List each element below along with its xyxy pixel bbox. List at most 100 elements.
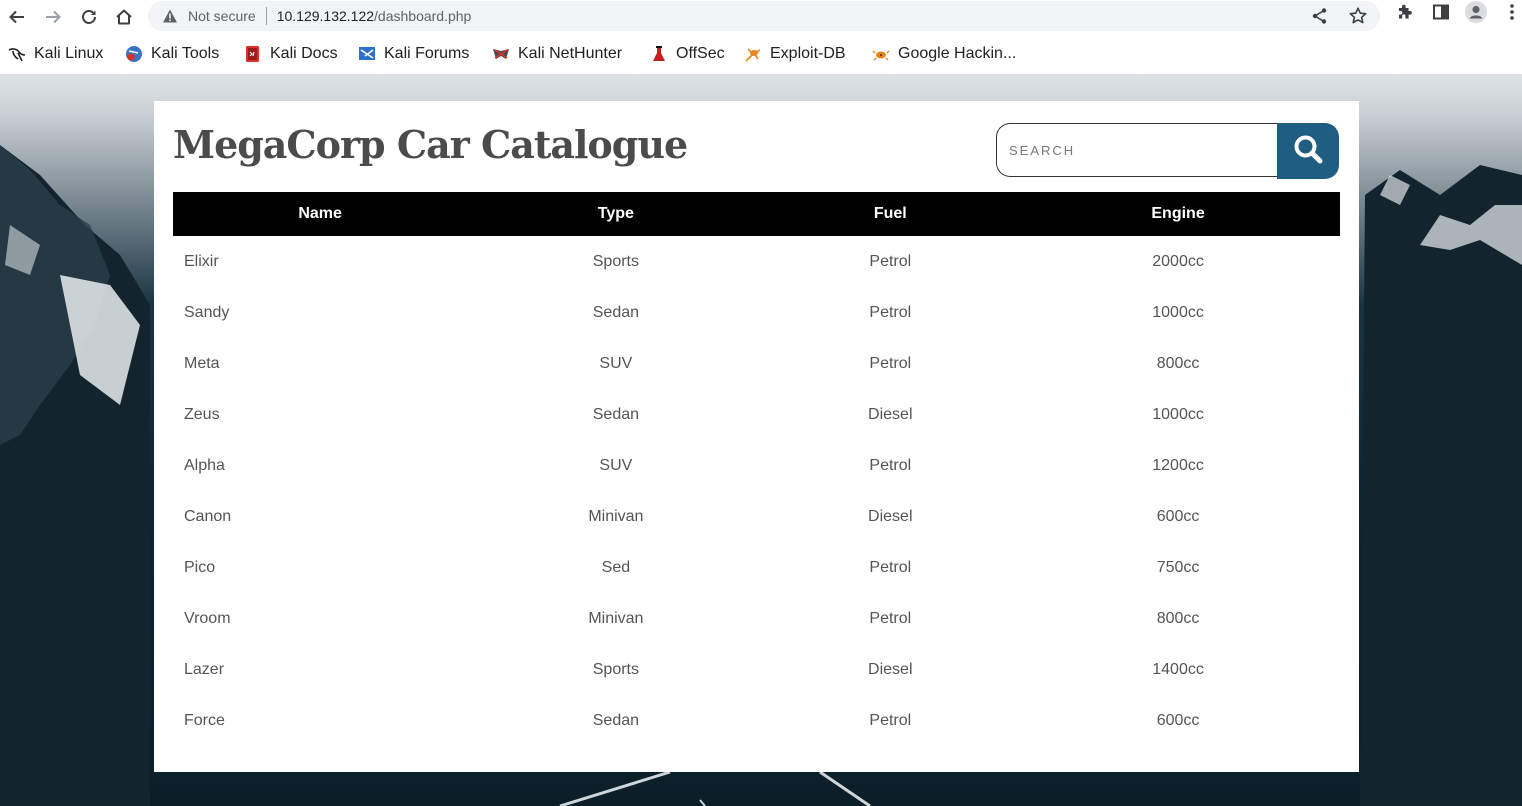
column-header-name: Name [173, 192, 468, 236]
cell-name: Lazer [184, 660, 225, 678]
cell-type: Sed [601, 558, 631, 576]
profile-avatar-icon[interactable] [1464, 0, 1488, 24]
bookmark-star-icon[interactable] [1348, 6, 1368, 31]
kali-forums-icon [358, 45, 376, 63]
kali-nethunter-icon [492, 45, 510, 63]
cell-engine: 750cc [1156, 558, 1200, 576]
cell-engine: 1000cc [1152, 303, 1204, 321]
bookmark-kali-tools[interactable]: Kali Tools [125, 43, 219, 65]
cell-engine: 1400cc [1152, 660, 1204, 678]
table-row: Lazer Sports Diesel 1400cc [173, 644, 1340, 695]
cell-type: SUV [599, 456, 633, 474]
table-row: Force Sedan Petrol 600cc [173, 695, 1340, 746]
bookmark-kali-nethunter[interactable]: Kali NetHunter [492, 43, 622, 65]
page-viewport: MegaCorp Car Catalogue Name Type Fuel En… [0, 75, 1522, 806]
bookmark-label: Kali NetHunter [518, 45, 623, 62]
cell-engine: 600cc [1156, 507, 1200, 525]
search-button[interactable] [1277, 123, 1339, 179]
cell-fuel: Petrol [869, 303, 912, 321]
extensions-puzzle-icon[interactable] [1393, 0, 1417, 24]
cell-fuel: Diesel [868, 660, 913, 678]
column-header-engine: Engine [1016, 192, 1340, 236]
browser-toolbar: Not secure 10.129.132.122/dashboard.php [0, 0, 1522, 34]
table-row: Elixir Sports Petrol 2000cc [173, 236, 1340, 287]
bookmark-label: Kali Linux [34, 45, 104, 62]
search-form [996, 123, 1339, 179]
reload-icon[interactable] [77, 5, 101, 29]
home-icon[interactable] [112, 5, 136, 29]
cell-engine: 800cc [1156, 354, 1200, 372]
bookmark-kali-docs[interactable]: Kali Docs [244, 43, 338, 65]
cell-engine: 600cc [1156, 711, 1200, 729]
bookmark-label: Exploit-DB [770, 45, 846, 62]
bookmark-kali-forums[interactable]: Kali Forums [358, 43, 469, 65]
catalogue-card: MegaCorp Car Catalogue Name Type Fuel En… [154, 101, 1359, 772]
bookmark-label: Google Hackin... [898, 45, 1017, 62]
menu-kebab-icon[interactable] [1500, 0, 1522, 24]
cell-name: Sandy [184, 303, 230, 321]
cell-fuel: Diesel [868, 507, 913, 525]
url-text[interactable]: 10.129.132.122/dashboard.php [277, 8, 472, 24]
offsec-icon [650, 45, 668, 63]
cell-fuel: Petrol [869, 456, 912, 474]
exploit-db-icon [744, 45, 762, 63]
cell-engine: 800cc [1156, 609, 1200, 627]
side-panel-icon[interactable] [1429, 0, 1453, 24]
cell-name: Zeus [184, 405, 220, 423]
search-input[interactable] [996, 123, 1278, 177]
cell-name: Vroom [184, 609, 231, 627]
cell-type: Sedan [592, 711, 640, 729]
share-icon[interactable] [1310, 6, 1330, 31]
table-row: Alpha SUV Petrol 1200cc [173, 440, 1340, 491]
back-arrow-icon[interactable] [5, 5, 29, 29]
cell-name: Alpha [184, 456, 225, 474]
security-status-label[interactable]: Not secure [188, 8, 256, 24]
address-divider [265, 7, 267, 25]
cell-engine: 1200cc [1152, 456, 1204, 474]
page-title: MegaCorp Car Catalogue [173, 122, 688, 167]
table-row: Canon Minivan Diesel 600cc [173, 491, 1340, 542]
cell-fuel: Petrol [869, 558, 912, 576]
bookmark-offsec[interactable]: OffSec [650, 43, 725, 65]
cell-fuel: Petrol [869, 252, 912, 270]
bookmark-label: Kali Tools [151, 45, 220, 62]
google-hacking-icon [872, 45, 890, 63]
magnifier-search-icon [1292, 133, 1324, 170]
bookmark-google-hacking[interactable]: Google Hackin... [872, 43, 1016, 65]
cell-type: Sedan [592, 405, 640, 423]
warning-triangle-icon[interactable] [162, 8, 178, 24]
cell-fuel: Diesel [868, 405, 913, 423]
cell-name: Elixir [184, 252, 219, 270]
table-row: Vroom Minivan Petrol 800cc [173, 593, 1340, 644]
bookmarks-bar: Kali Linux Kali Tools Kali Docs Kali For… [0, 34, 1522, 75]
bookmark-exploit-db[interactable]: Exploit-DB [744, 43, 846, 65]
bookmark-label: Kali Forums [384, 45, 470, 62]
bookmark-label: OffSec [676, 45, 725, 62]
cell-type: Sedan [592, 303, 640, 321]
table-row: Sandy Sedan Petrol 1000cc [173, 287, 1340, 338]
kali-tools-icon [125, 45, 143, 63]
car-catalogue-table: Name Type Fuel Engine Elixir Sports Petr… [173, 192, 1340, 746]
cell-name: Pico [184, 558, 216, 576]
cell-name: Meta [184, 354, 220, 372]
kali-docs-icon [244, 45, 262, 63]
cell-engine: 2000cc [1152, 252, 1204, 270]
cell-fuel: Petrol [869, 711, 912, 729]
cell-name: Canon [184, 507, 232, 525]
bookmark-kali-linux[interactable]: Kali Linux [8, 43, 103, 65]
cell-type: Minivan [588, 609, 644, 627]
cell-fuel: Petrol [869, 609, 912, 627]
cell-type: SUV [599, 354, 633, 372]
column-header-type: Type [467, 192, 765, 236]
bookmark-label: Kali Docs [270, 45, 338, 62]
address-bar[interactable]: Not secure 10.129.132.122/dashboard.php [148, 1, 1380, 31]
cell-type: Sports [592, 660, 639, 678]
forward-arrow-icon[interactable] [41, 5, 65, 29]
cell-engine: 1000cc [1152, 405, 1204, 423]
kali-dragon-icon [8, 45, 26, 63]
url-host: 10.129.132.122 [276, 8, 375, 24]
cell-fuel: Petrol [869, 354, 912, 372]
cell-name: Force [184, 711, 225, 729]
table-header-row: Name Type Fuel Engine [173, 192, 1340, 236]
column-header-fuel: Fuel [764, 192, 1017, 236]
